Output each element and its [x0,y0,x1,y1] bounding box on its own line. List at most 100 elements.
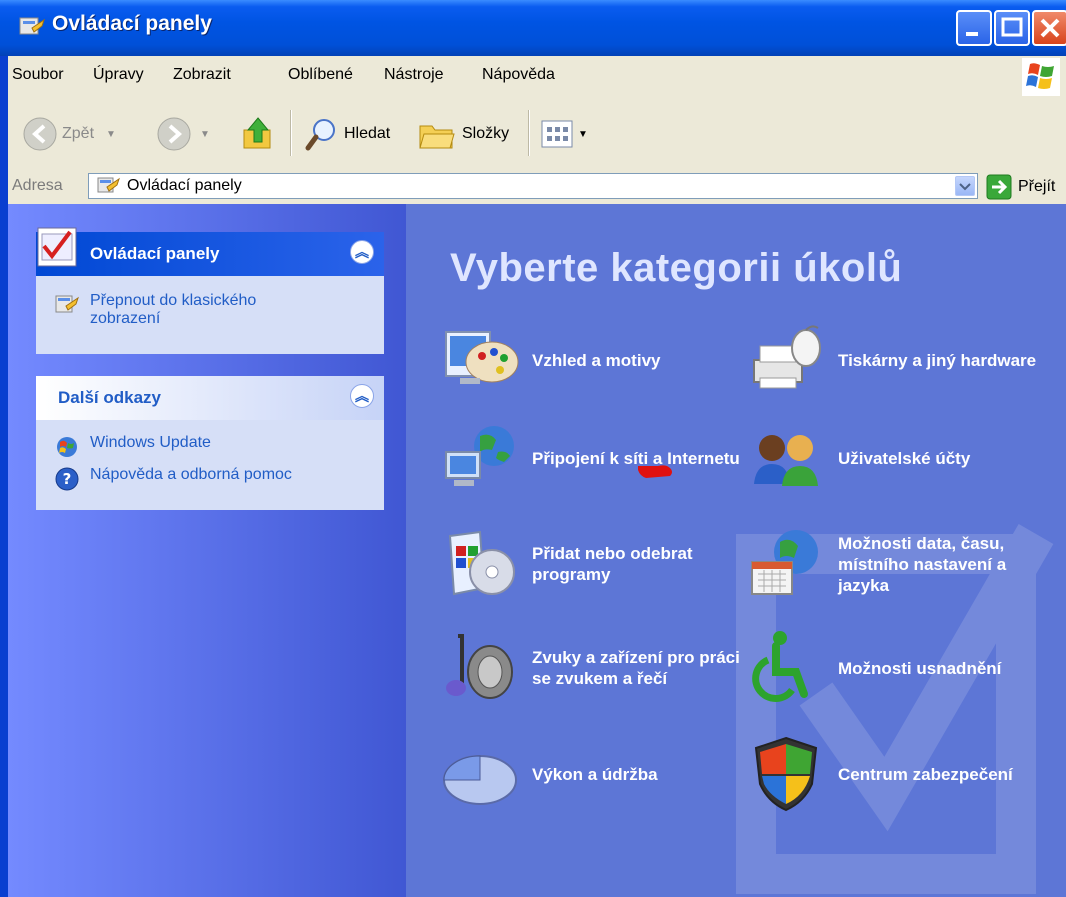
category-network[interactable]: Připojení k síti a Internetu [440,418,742,498]
explorer-window: Ovládací panely Soubor Úpravy Zobrazit O… [0,0,1066,897]
category-performance-label: Výkon a údržba [532,764,658,784]
menu-help[interactable]: Nápověda [482,66,555,84]
back-arrow-icon [23,117,57,151]
toolbar-separator [290,110,292,156]
category-add-remove-programs-label: Přidat nebo odebrat programy [532,544,693,584]
chevron-up-icon: ︽ [355,388,369,404]
back-label: Zpět [62,125,95,142]
address-bar: Adresa Ovládací panely Přejít [8,170,1066,205]
category-sounds-label: Zvuky a zařízení pro práci se zvukem a ř… [532,648,740,688]
category-printers[interactable]: Tiskárny a jiný hardware [746,320,1048,400]
close-button[interactable] [1032,10,1066,46]
search-icon [305,119,335,151]
network-icon [445,426,514,486]
address-dropdown-button[interactable] [955,176,975,196]
category-printers-label: Tiskárny a jiný hardware [838,350,1037,370]
help-question-icon: ? [55,467,79,491]
sound-icon [446,634,513,699]
folders-icon [419,125,455,149]
menu-edit[interactable]: Úpravy [93,66,144,84]
printer-icon [753,325,821,389]
category-performance[interactable]: Výkon a údržba [440,734,742,814]
collapse-button[interactable]: ︽ [350,240,374,264]
category-sounds[interactable]: Zvuky a zařízení pro práci se zvukem a ř… [440,628,742,708]
appearance-icon [445,331,519,384]
control-panel-box: Ovládací panely ︽ Přepnout do klasického… [36,227,384,354]
views-dropdown-icon[interactable]: ▼ [578,129,588,140]
category-appearance[interactable]: Vzhled a motivy [440,320,742,400]
category-date-time-language[interactable]: Možnosti data, času, místního nastavení … [746,524,1048,604]
switch-classic-view-label: Přepnout do klasického zobrazení [90,292,257,327]
chevron-down-icon [959,183,971,191]
go-arrow-icon [986,174,1012,200]
help-support-label: Nápověda a odborná pomoc [90,466,292,483]
windows-update-link[interactable]: Windows Update [36,434,384,460]
switch-classic-view-link[interactable]: Přepnout do klasického zobrazení [36,292,384,328]
window-title: Ovládací panely [52,12,212,35]
menu-bar: Soubor Úpravy Zobrazit Oblíbené Nástroje… [8,56,1066,99]
close-icon [1040,18,1060,38]
forward-arrow-icon [157,117,191,151]
search-button[interactable]: Hledat [304,114,390,154]
other-links-box: Další odkazy ︽ Windows Update ? Nápověda… [36,376,384,510]
category-user-accounts-label: Uživatelské účty [838,448,971,468]
folders-label: Složky [462,125,510,142]
up-folder-icon [243,117,271,149]
windows-logo-icon [1022,58,1060,96]
title-bar[interactable]: Ovládací panely [0,0,1066,56]
add-remove-icon [448,530,515,596]
address-value: Ovládací panely [127,177,242,194]
address-label: Adresa [12,177,63,194]
category-accessibility[interactable]: Možnosti usnadnění [746,628,1048,708]
control-panel-box-title: Ovládací panely [90,244,220,263]
category-add-remove-programs[interactable]: Přidat nebo odebrat programy [440,524,742,604]
other-links-box-title: Další odkazy [58,388,161,407]
other-links-box-header[interactable]: Další odkazy ︽ [36,376,384,420]
control-panel-small-icon [55,295,79,313]
collapse-button[interactable]: ︽ [350,384,374,408]
go-button[interactable]: Přejít [986,174,1055,200]
users-icon [754,435,818,486]
back-dropdown-icon[interactable]: ▼ [106,129,116,140]
category-security-center[interactable]: Centrum zabezpečení [746,734,1048,814]
category-security-center-label: Centrum zabezpečení [838,764,1013,784]
views-icon [541,120,573,148]
date-time-icon [751,530,818,595]
back-button[interactable]: Zpět ▼ [22,114,116,154]
task-pane: Ovládací panely ︽ Přepnout do klasického… [8,204,406,897]
maximize-icon [1001,17,1023,37]
folders-button[interactable]: Složky [418,114,509,154]
forward-dropdown-icon[interactable]: ▼ [200,129,210,140]
forward-button[interactable]: ▼ [156,114,210,154]
menu-tools[interactable]: Nástroje [384,66,444,84]
windows-update-label: Windows Update [90,434,211,451]
category-accessibility-label: Možnosti usnadnění [838,658,1002,678]
performance-icon [443,755,517,805]
control-panel-icon [19,17,45,35]
address-field[interactable]: Ovládací panely [88,173,978,199]
menu-view[interactable]: Zobrazit [173,66,231,84]
control-panel-check-icon [37,227,77,267]
category-user-accounts[interactable]: Uživatelské účty [746,418,1048,498]
toolbar: Zpět ▼ ▼ Hledat Složky ▼ [8,98,1066,171]
svg-text:?: ? [63,470,72,488]
security-shield-icon [754,736,818,812]
minimize-icon [966,32,978,36]
control-panel-box-header[interactable]: Ovládací panely ︽ [36,227,384,276]
windows-update-icon [57,437,77,457]
minimize-button[interactable] [956,10,992,46]
category-appearance-label: Vzhled a motivy [532,350,661,370]
views-button[interactable]: ▼ [540,114,588,154]
hand-pointer-icon [638,465,672,478]
up-folder-button[interactable] [240,114,276,154]
category-date-time-language-label: Možnosti data, času, místního nastavení … [838,533,1007,595]
control-panel-icon [97,177,120,193]
menu-file[interactable]: Soubor [12,66,64,84]
go-label: Přejít [1018,178,1056,195]
menu-favorites[interactable]: Oblíbené [288,66,353,84]
help-support-link[interactable]: ? Nápověda a odborná pomoc [36,466,384,492]
maximize-button[interactable] [994,10,1030,46]
search-label: Hledat [344,125,391,142]
chevron-up-icon: ︽ [355,244,369,260]
toolbar-separator [528,110,530,156]
